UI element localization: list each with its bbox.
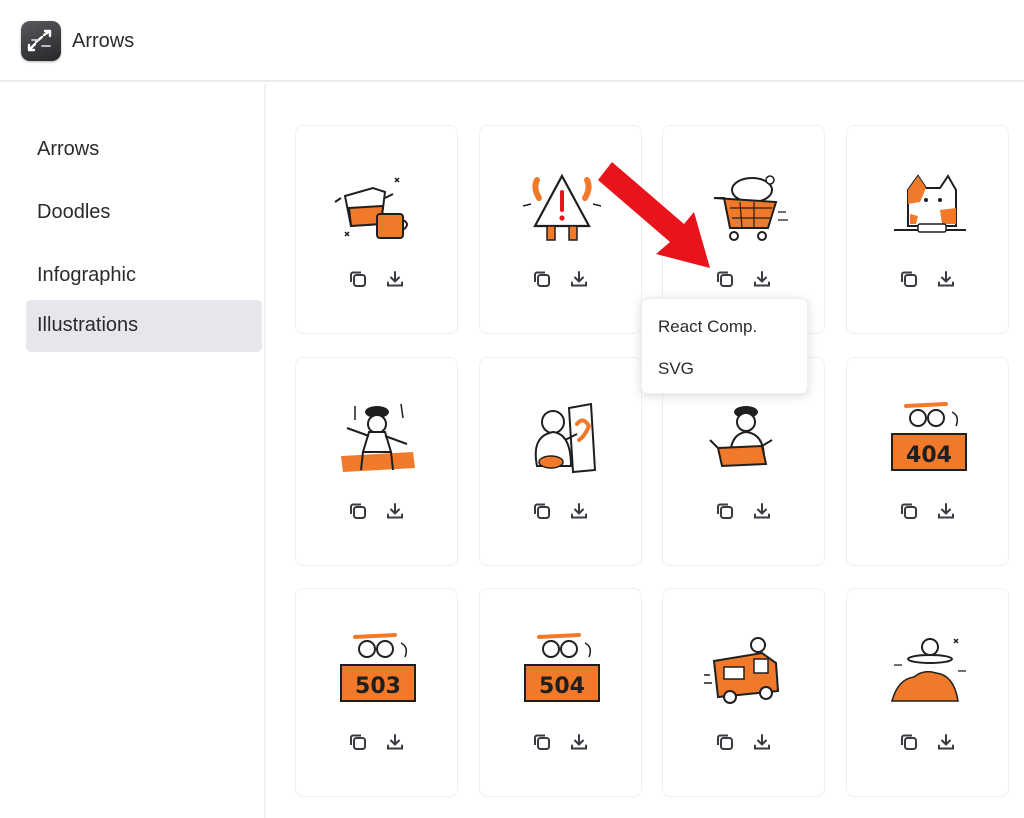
painter-illustration xyxy=(534,402,597,474)
ufo-illustration xyxy=(891,638,966,702)
error-404-illustration: 404 xyxy=(891,402,967,471)
download-icon[interactable] xyxy=(566,266,592,292)
illustration-card-ufo[interactable] xyxy=(846,588,1009,797)
coffee-pot-illustration xyxy=(334,177,408,239)
sidebar-item-infographic[interactable]: Infographic xyxy=(26,250,262,302)
copy-icon[interactable] xyxy=(712,498,738,524)
sidebar-item-illustrations[interactable]: Illustrations xyxy=(26,300,262,352)
copy-icon[interactable] xyxy=(529,729,555,755)
sidebar-item-label: Infographic xyxy=(37,264,136,286)
download-icon[interactable] xyxy=(382,266,408,292)
arrows-logo-icon[interactable] xyxy=(21,21,61,61)
dropdown-option-svg[interactable]: SVG xyxy=(658,359,694,379)
dropdown-option-react-component[interactable]: React Comp. xyxy=(658,317,757,337)
top-bar: Arrows xyxy=(0,0,1024,82)
delivery-truck-illustration xyxy=(704,637,780,704)
sidebar: Arrows Doodles Infographic Illustrations xyxy=(0,84,266,818)
download-icon[interactable] xyxy=(382,498,408,524)
illustration-card-error-504[interactable]: 504 xyxy=(479,588,642,797)
sidebar-item-label: Illustrations xyxy=(37,314,139,336)
app-title: Arrows xyxy=(72,30,135,52)
sidebar-item-arrows[interactable]: Arrows xyxy=(26,124,262,176)
download-icon[interactable] xyxy=(749,498,775,524)
download-icon[interactable] xyxy=(933,729,959,755)
illustration-card-cat[interactable] xyxy=(846,125,1009,334)
sidebar-item-label: Arrows xyxy=(37,138,100,160)
copy-icon[interactable] xyxy=(345,266,371,292)
illustration-card-coffee-pot[interactable] xyxy=(295,125,458,334)
illustration-card-error-404[interactable]: 404 xyxy=(846,357,1009,566)
download-icon[interactable] xyxy=(749,729,775,755)
illustration-card-delivery-truck[interactable] xyxy=(662,588,825,797)
illustration-card-painter[interactable] xyxy=(479,357,642,566)
error-code-label: 504 xyxy=(539,674,585,699)
illustration-card-dancing-person[interactable] xyxy=(295,357,458,566)
copy-icon[interactable] xyxy=(529,498,555,524)
sidebar-item-doodles[interactable]: Doodles xyxy=(26,187,262,239)
copy-icon[interactable] xyxy=(896,498,922,524)
download-icon[interactable] xyxy=(382,729,408,755)
copy-icon[interactable] xyxy=(896,266,922,292)
copy-icon[interactable] xyxy=(529,266,555,292)
download-icon[interactable] xyxy=(933,266,959,292)
error-503-illustration: 503 xyxy=(340,633,416,702)
error-504-illustration: 504 xyxy=(524,633,600,702)
illustration-card-error-503[interactable]: 503 xyxy=(295,588,458,797)
copy-icon[interactable] xyxy=(345,498,371,524)
box-person-illustration xyxy=(709,406,773,468)
download-icon[interactable] xyxy=(749,266,775,292)
download-icon[interactable] xyxy=(933,498,959,524)
error-code-label: 503 xyxy=(355,674,401,699)
copy-icon[interactable] xyxy=(896,729,922,755)
red-arrow-pointer-icon xyxy=(598,162,710,268)
download-icon[interactable] xyxy=(566,498,592,524)
dancing-person-illustration xyxy=(341,403,415,472)
cat-illustration xyxy=(894,174,966,233)
copy-format-dropdown: React Comp. SVG xyxy=(641,298,808,394)
copy-icon[interactable] xyxy=(712,729,738,755)
copy-icon[interactable] xyxy=(345,729,371,755)
sidebar-item-label: Doodles xyxy=(37,201,111,223)
warning-sign-illustration xyxy=(522,173,602,241)
error-code-label: 404 xyxy=(906,443,952,468)
download-icon[interactable] xyxy=(566,729,592,755)
